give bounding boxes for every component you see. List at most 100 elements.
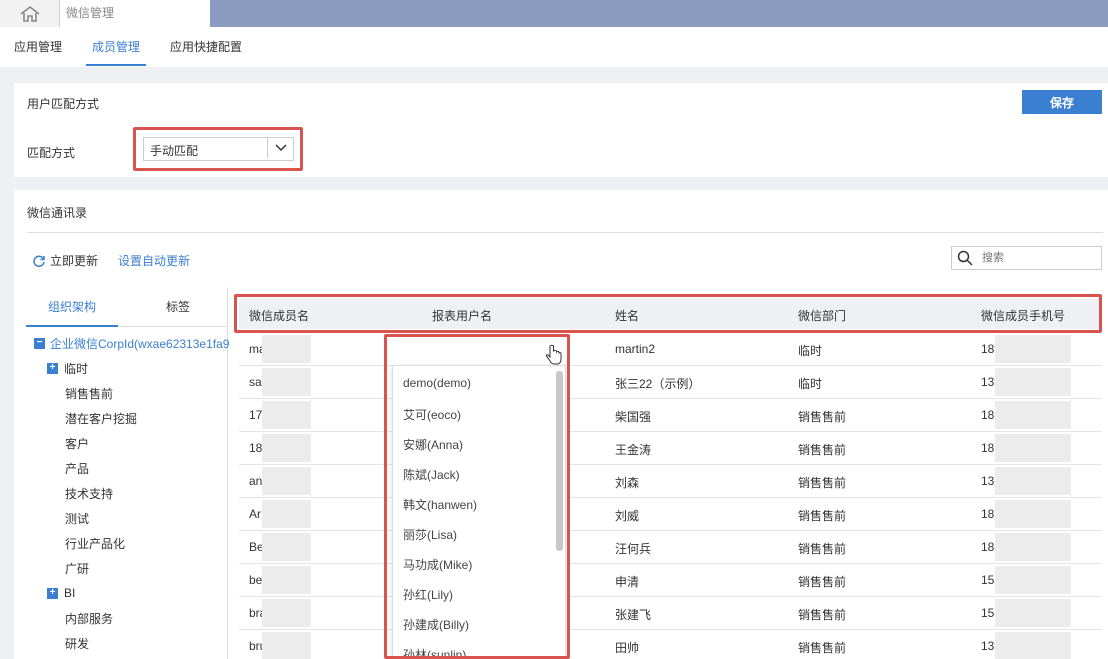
cell-phone: 18 xyxy=(981,408,995,422)
redacted-mask xyxy=(995,467,1071,495)
cell-phone: 15 xyxy=(981,573,995,587)
cell-dept: 临时 xyxy=(798,344,823,358)
nav-app-shortcut-config[interactable]: 应用快捷配置 xyxy=(170,27,242,67)
collapse-icon[interactable]: − xyxy=(34,337,45,349)
cell-dept: 临时 xyxy=(798,377,823,391)
cell-phone: 18 xyxy=(981,441,995,455)
tree-node[interactable]: 广研 xyxy=(65,558,89,578)
cell-name: 汪何兵 xyxy=(615,542,652,556)
cell-name: 申清 xyxy=(615,575,640,589)
table-row[interactable]: an 刘森 销售售前 13 xyxy=(239,465,1102,498)
match-method-label: 匹配方式 xyxy=(27,146,76,160)
redacted-mask xyxy=(262,335,311,363)
refresh-now-button[interactable]: 立即更新 xyxy=(32,252,98,269)
tree-node[interactable]: + BI xyxy=(47,583,75,603)
cell-name: 张建飞 xyxy=(615,608,652,622)
tree-node-label: 技术支持 xyxy=(65,486,114,501)
search-box[interactable] xyxy=(951,246,1102,270)
home-button[interactable] xyxy=(0,0,60,27)
cell-name: martin2 xyxy=(615,342,656,356)
cell-dept: 销售售前 xyxy=(798,641,847,655)
tab-wechat-management[interactable]: 微信管理 xyxy=(60,0,210,27)
tree-node[interactable]: 行业产品化 xyxy=(65,533,125,553)
search-icon xyxy=(957,250,973,266)
tree-node-label: 临时 xyxy=(64,361,89,376)
redacted-mask xyxy=(995,434,1071,462)
table-row[interactable]: bra 张建飞 销售售前 15 xyxy=(239,597,1102,630)
tree-node-label: 内部服务 xyxy=(65,611,114,626)
cell-name: 王金涛 xyxy=(615,443,652,457)
match-method-select[interactable]: 手动匹配 xyxy=(133,127,305,171)
user-match-section: 用户匹配方式 保存 匹配方式 手动匹配 xyxy=(14,83,1108,177)
top-bar: 微信管理 xyxy=(0,0,1108,27)
tree-node[interactable]: 客户 xyxy=(65,433,89,453)
tree-node-label: BI xyxy=(64,586,76,600)
tree-node[interactable]: 研发 xyxy=(65,633,89,653)
expand-icon[interactable]: + xyxy=(47,362,58,374)
tab-org-structure[interactable]: 组织架构 xyxy=(26,295,118,327)
redacted-mask xyxy=(262,566,311,594)
tree-node[interactable]: 产品 xyxy=(65,458,89,478)
cell-phone: 13 xyxy=(981,375,995,389)
redacted-mask xyxy=(262,434,311,462)
refresh-label: 立即更新 xyxy=(50,254,99,268)
tree-node-label: 客户 xyxy=(65,436,90,451)
cell-phone: 18 xyxy=(981,540,995,554)
redacted-mask xyxy=(995,401,1071,429)
save-button[interactable]: 保存 xyxy=(1022,90,1102,114)
tree-node-label: 测试 xyxy=(65,511,90,526)
cell-dept: 销售售前 xyxy=(798,608,847,622)
table-row[interactable]: 18 王金涛 销售售前 18 xyxy=(239,432,1102,465)
cell-member: 17 xyxy=(249,408,263,422)
chevron-down-icon[interactable] xyxy=(267,138,293,158)
home-icon xyxy=(20,5,39,22)
tree-node-label: 行业产品化 xyxy=(65,536,126,551)
highlight-box xyxy=(384,334,570,659)
cell-phone: 18 xyxy=(981,507,995,521)
tree-tabs: 组织架构 标签 xyxy=(26,295,226,327)
cell-phone: 13 xyxy=(981,639,995,653)
cell-phone: 15 xyxy=(981,606,995,620)
redacted-mask xyxy=(995,533,1071,561)
tree-node-label: 研发 xyxy=(65,636,90,651)
table-row[interactable]: ma martin2 临时 18 xyxy=(239,333,1102,366)
tree-node-label: 潜在客户挖掘 xyxy=(65,411,138,426)
table-row[interactable]: Ar 刘威 销售售前 18 xyxy=(239,498,1102,531)
tree-node[interactable]: 潜在客户挖掘 xyxy=(65,408,137,428)
nav-app-management[interactable]: 应用管理 xyxy=(14,27,62,67)
tree-node[interactable]: + 临时 xyxy=(47,358,88,378)
cell-name: 刘森 xyxy=(615,476,640,490)
tree-node[interactable]: 测试 xyxy=(65,508,89,528)
cell-dept: 销售售前 xyxy=(798,542,847,556)
table-row[interactable]: bru 田帅 销售售前 13 xyxy=(239,630,1102,659)
redacted-mask xyxy=(995,566,1071,594)
redacted-mask xyxy=(995,632,1071,659)
redacted-mask xyxy=(262,500,311,528)
highlight-box xyxy=(234,294,1102,333)
redacted-mask xyxy=(995,500,1071,528)
tree-node[interactable]: 内部服务 xyxy=(65,608,113,628)
cell-member: Ar xyxy=(249,507,261,521)
tree-node-label: 销售售前 xyxy=(65,386,114,401)
table-row[interactable]: be 申清 销售售前 15 xyxy=(239,564,1102,597)
redacted-mask xyxy=(262,401,311,429)
cell-dept: 销售售前 xyxy=(798,509,847,523)
refresh-icon xyxy=(33,255,45,267)
tree-node-label: 广研 xyxy=(65,561,90,576)
redacted-mask xyxy=(995,599,1071,627)
table-row[interactable]: sa 张三22（示例） 临时 13 xyxy=(239,366,1102,399)
cell-name: 柴国强 xyxy=(615,410,652,424)
table-row[interactable]: 17 柴国强 销售售前 18 xyxy=(239,399,1102,432)
table-row[interactable]: Be 汪何兵 销售售前 18 xyxy=(239,531,1102,564)
redacted-mask xyxy=(262,533,311,561)
auto-update-link[interactable]: 设置自动更新 xyxy=(118,252,190,269)
search-input[interactable] xyxy=(982,250,1097,266)
expand-icon[interactable]: + xyxy=(47,587,58,599)
tree-node[interactable]: 技术支持 xyxy=(65,483,113,503)
cell-phone: 13 xyxy=(981,474,995,488)
tree-node-label: 产品 xyxy=(65,461,90,476)
tab-tags[interactable]: 标签 xyxy=(166,295,190,327)
tree-node[interactable]: 销售售前 xyxy=(65,383,113,403)
nav-member-management[interactable]: 成员管理 xyxy=(86,27,147,66)
tree-root[interactable]: − 企业微信CorpId(wxae62313e1fa9 xyxy=(34,333,229,353)
